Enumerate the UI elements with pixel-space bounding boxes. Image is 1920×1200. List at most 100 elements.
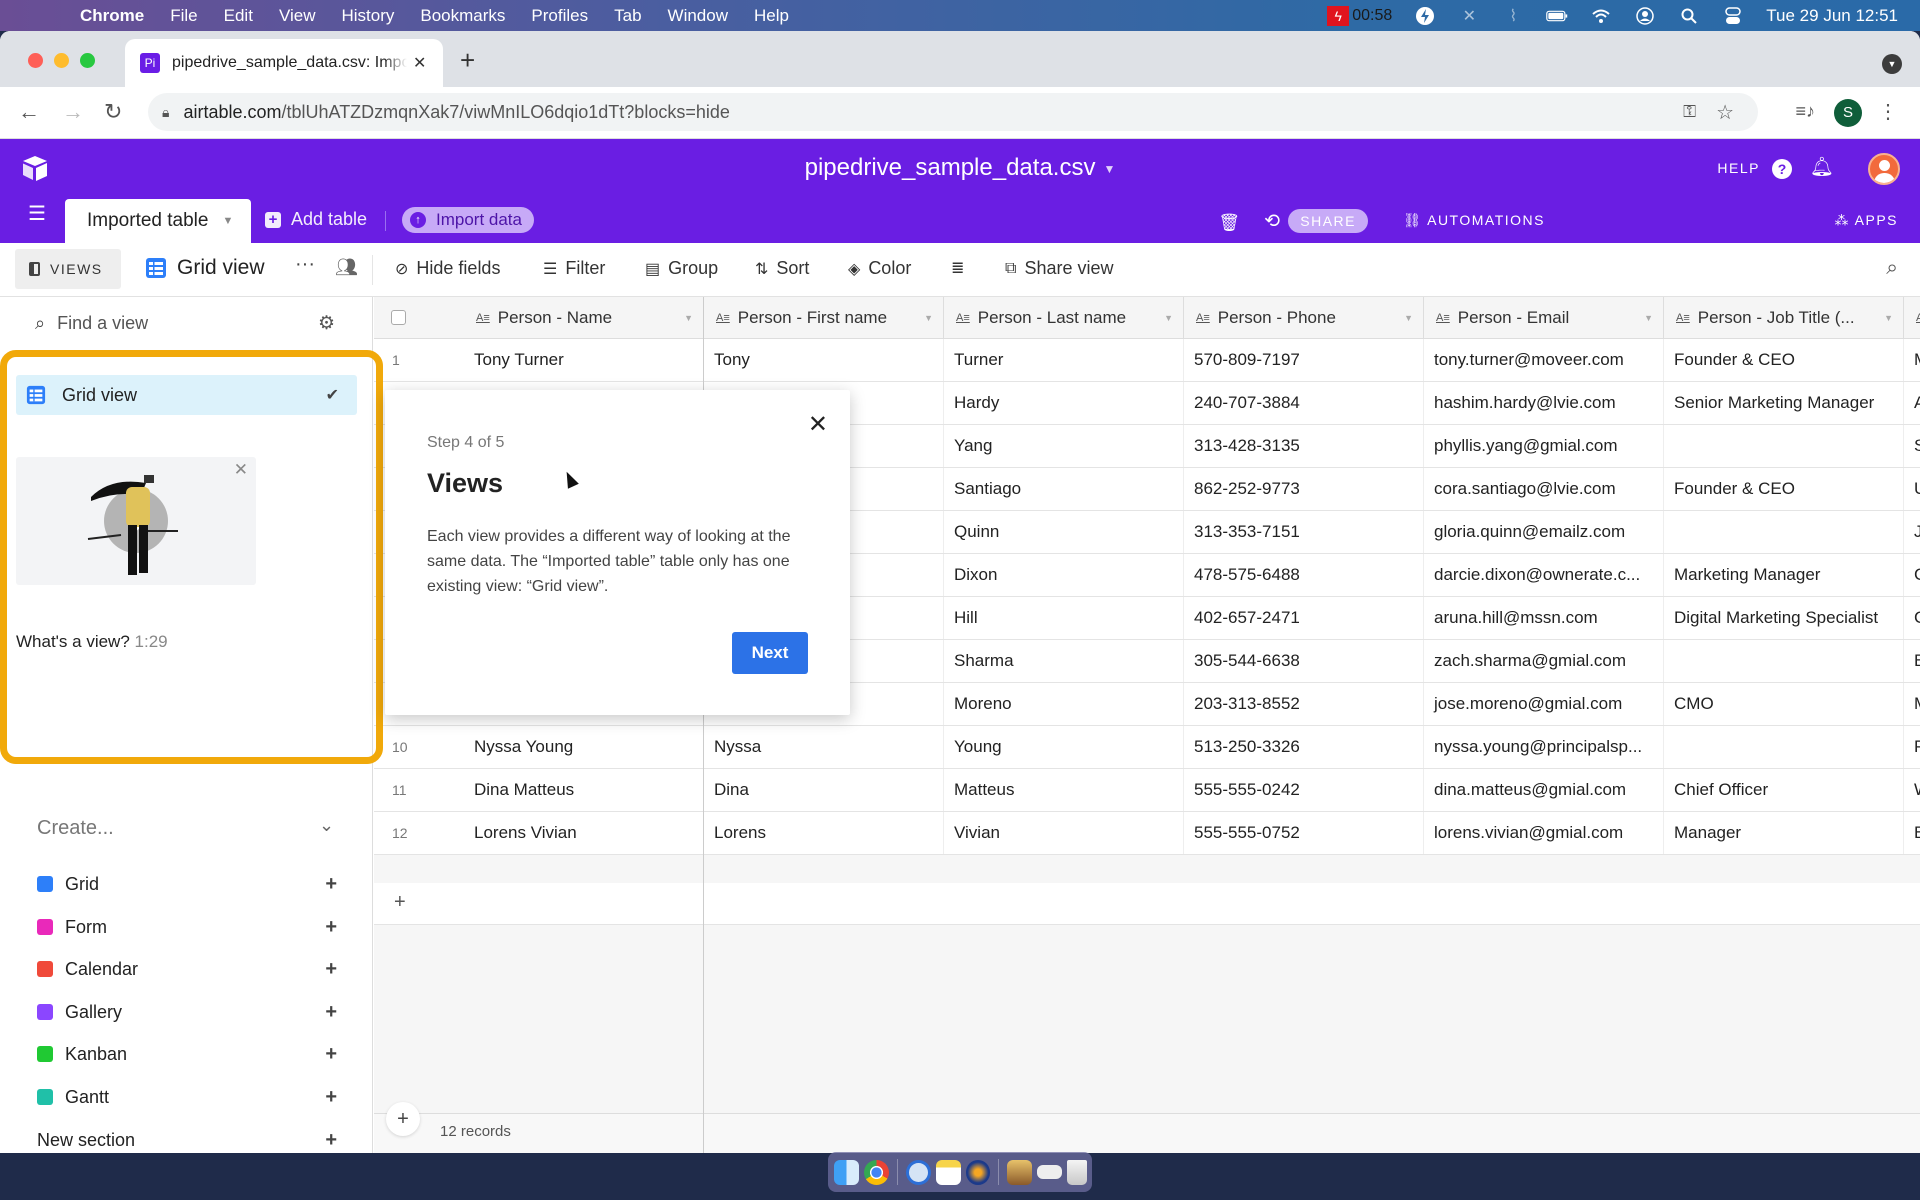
cell-job[interactable] [1664, 425, 1904, 467]
new-tab-button[interactable]: + [460, 45, 475, 76]
cell-phone[interactable]: 240-707-3884 [1184, 382, 1424, 424]
cell-job[interactable] [1664, 726, 1904, 768]
select-all-checkbox[interactable] [391, 310, 406, 325]
cell-email[interactable]: tony.turner@moveer.com [1424, 339, 1664, 381]
cell-last[interactable]: Moreno [944, 683, 1184, 725]
table-row[interactable]: 12 Lorens Vivian Lorens Vivian 555-555-0752 l… [374, 812, 1920, 855]
control-center-icon[interactable] [1722, 6, 1744, 26]
cell-job[interactable] [1664, 511, 1904, 553]
cell-last[interactable]: Vivian [944, 812, 1184, 854]
user-avatar[interactable] [1868, 153, 1900, 185]
browser-menu-icon[interactable]: ⋮ [1878, 99, 1898, 124]
create-gallery-view[interactable]: Gallery + [37, 997, 337, 1027]
plus-icon[interactable]: + [325, 1001, 337, 1024]
column-header-phone[interactable]: A≡ Person - Phone ▼ [1184, 297, 1424, 339]
current-view-button[interactable]: Grid view [145, 256, 265, 280]
create-kanban-view[interactable]: Kanban + [37, 1039, 337, 1069]
cell-name[interactable]: Nyssa Young [464, 726, 704, 768]
column-header-person-name[interactable]: A≡ Person - Name ▼ [464, 297, 704, 339]
video-thumbnail[interactable]: ✕ [16, 457, 256, 585]
cell-phone[interactable]: 305-544-6638 [1184, 640, 1424, 682]
reload-icon[interactable]: ↻ [104, 99, 122, 125]
add-row-plus-icon[interactable]: + [394, 891, 406, 914]
cell-next[interactable]: U [1904, 468, 1920, 510]
cell-phone[interactable]: 203-313-8552 [1184, 683, 1424, 725]
table-tab-caret-icon[interactable]: ▼ [222, 215, 233, 227]
automations-button[interactable]: ⛓ AUTOMATIONS [1403, 212, 1545, 229]
cell-email[interactable]: hashim.hardy@lvie.com [1424, 382, 1664, 424]
help-link[interactable]: HELP [1717, 160, 1760, 176]
table-row[interactable]: 1 Tony Turner Tony Turner 570-809-7197 tony.t… [374, 339, 1920, 382]
1password-icon[interactable] [905, 1159, 931, 1185]
view-more-options-icon[interactable]: ··· [295, 253, 315, 276]
cell-email[interactable]: cora.santiago@lvie.com [1424, 468, 1664, 510]
cell-next[interactable]: J [1904, 511, 1920, 553]
menu-view[interactable]: View [279, 6, 316, 26]
cell-email[interactable]: lorens.vivian@gmial.com [1424, 812, 1664, 854]
menu-hamburger-icon[interactable]: ☰ [28, 201, 46, 226]
cell-phone[interactable]: 555-555-0752 [1184, 812, 1424, 854]
notes-icon[interactable] [935, 1159, 961, 1185]
column-menu-caret-icon[interactable]: ▼ [1164, 313, 1173, 323]
cell-job[interactable]: Founder & CEO [1664, 468, 1904, 510]
cell-job[interactable]: Senior Marketing Manager [1664, 382, 1904, 424]
cell-email[interactable]: nyssa.young@principalsp... [1424, 726, 1664, 768]
password-key-icon[interactable]: ⚿ [1683, 102, 1696, 122]
views-toggle-button[interactable]: VIEWS [15, 249, 121, 289]
import-data-button[interactable]: ↑ Import data [402, 207, 534, 233]
menu-window[interactable]: Window [668, 6, 728, 26]
create-grid-view[interactable]: Grid + [37, 869, 337, 899]
cell-phone[interactable]: 513-250-3326 [1184, 726, 1424, 768]
cell-job[interactable]: Marketing Manager [1664, 554, 1904, 596]
share-view-button[interactable]: ⧉ Share view [1005, 258, 1113, 279]
cell-next[interactable]: W [1904, 769, 1920, 811]
create-calendar-view[interactable]: Calendar + [37, 954, 337, 984]
cell-job[interactable]: CMO [1664, 683, 1904, 725]
column-header-job-title[interactable]: A≡ Person - Job Title (... ▼ [1664, 297, 1904, 339]
downloads-stack-icon[interactable] [1007, 1159, 1033, 1185]
cell-last[interactable]: Matteus [944, 769, 1184, 811]
trash-icon[interactable]: 🗑︎ [1218, 213, 1240, 233]
browser-tab-active[interactable]: Pi pipedrive_sample_data.csv: Imported t… [125, 39, 443, 87]
cell-name[interactable]: Tony Turner [464, 339, 704, 381]
create-new-section[interactable]: New section + [37, 1125, 337, 1153]
cell-next[interactable]: C [1904, 597, 1920, 639]
column-menu-caret-icon[interactable]: ▼ [684, 313, 693, 323]
filter-button[interactable]: ☰ Filter [543, 258, 605, 279]
cell-email[interactable]: darcie.dixon@ownerate.c... [1424, 554, 1664, 596]
trash-bin-icon[interactable] [1067, 1159, 1088, 1185]
cell-first[interactable]: Tony [704, 339, 944, 381]
search-icon[interactable]: ⌕ [1886, 256, 1898, 280]
cell-email[interactable]: aruna.hill@mssn.com [1424, 597, 1664, 639]
cell-email[interactable]: gloria.quinn@emailz.com [1424, 511, 1664, 553]
add-record-row[interactable]: + [374, 883, 703, 925]
screen-recording-indicator[interactable]: ϟ 00:58 [1327, 5, 1392, 26]
cell-next[interactable]: A [1904, 382, 1920, 424]
add-record-row-extension[interactable] [704, 883, 1920, 925]
back-icon[interactable]: ← [18, 99, 40, 125]
cell-job[interactable]: Founder & CEO [1664, 339, 1904, 381]
wifi-icon[interactable] [1590, 6, 1612, 26]
reeder-bolt-icon[interactable] [965, 1159, 991, 1185]
hide-fields-button[interactable]: ⊘ Hide fields [395, 258, 500, 279]
create-view-header[interactable]: Create... [37, 817, 114, 840]
help-icon[interactable]: ? [1772, 159, 1792, 179]
collaborative-view-icon[interactable]: 👥︎ [335, 257, 358, 278]
view-settings-gear-icon[interactable]: ⚙ [318, 312, 335, 335]
column-menu-caret-icon[interactable]: ▼ [1404, 313, 1413, 323]
group-button[interactable]: ▤ Group [645, 258, 718, 279]
bookmark-star-icon[interactable]: ☆ [1716, 100, 1734, 125]
history-icon[interactable]: ⟲ [1264, 210, 1280, 233]
chrome-icon[interactable] [863, 1159, 889, 1185]
cell-job[interactable]: Digital Marketing Specialist [1664, 597, 1904, 639]
cell-phone[interactable]: 313-353-7151 [1184, 511, 1424, 553]
column-header-email[interactable]: A≡ Person - Email ▼ [1424, 297, 1664, 339]
plus-icon[interactable]: + [325, 873, 337, 896]
menu-edit[interactable]: Edit [224, 6, 253, 26]
cell-last[interactable]: Dixon [944, 554, 1184, 596]
cell-email[interactable]: phyllis.yang@gmial.com [1424, 425, 1664, 467]
cell-next[interactable]: P [1904, 726, 1920, 768]
window-close-button[interactable] [28, 53, 43, 68]
battery-icon[interactable] [1546, 6, 1568, 26]
menu-profiles[interactable]: Profiles [531, 6, 588, 26]
